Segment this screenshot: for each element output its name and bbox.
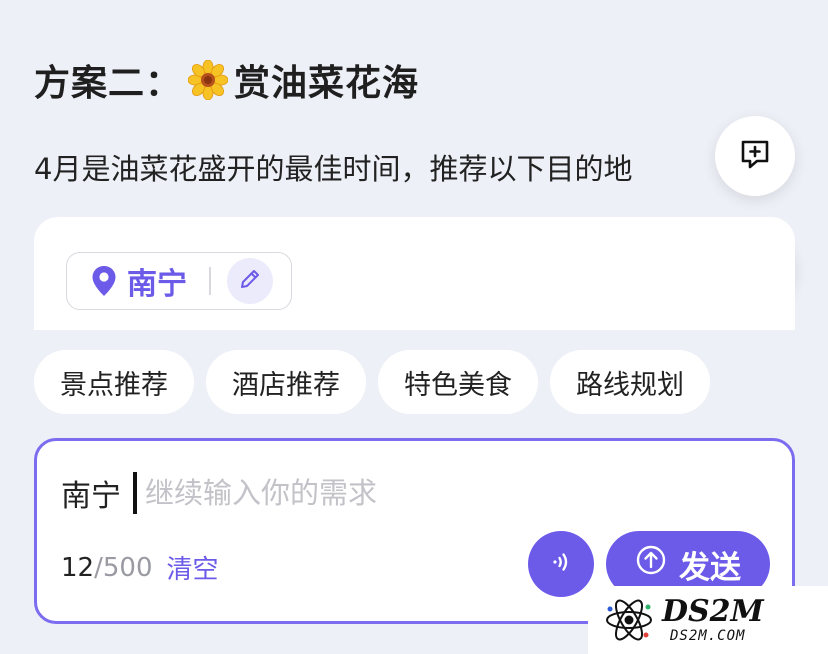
heading-title: 赏油菜花海 <box>234 63 420 104</box>
arrow-up-circle-icon <box>635 544 667 584</box>
pill-divider <box>209 267 211 295</box>
chip-local-food[interactable]: 特色美食 <box>378 350 538 414</box>
edit-destination-button[interactable] <box>226 258 273 304</box>
atom-logo-icon <box>604 595 654 645</box>
watermark: DS2M DS2M.COM <box>588 586 828 654</box>
char-counter: 12 /500 清空 <box>61 549 219 586</box>
chip-scenic-spots[interactable]: 景点推荐 <box>34 350 194 414</box>
heading-prefix: 方案二： <box>34 63 183 104</box>
request-input[interactable] <box>145 476 565 510</box>
destination-name: 南宁 <box>127 267 187 302</box>
travel-plan-screen: 方案二： 赏油菜花海 4月是油菜花盛开的最佳时间，推荐以下目的地 南宁 景点推荐… <box>0 0 828 654</box>
watermark-text: DS2M DS2M.COM <box>662 594 764 645</box>
chip-route-planning[interactable]: 路线规划 <box>550 350 710 414</box>
comment-plus-icon <box>737 136 773 176</box>
clear-button[interactable]: 清空 <box>166 549 218 586</box>
destination-pill[interactable]: 南宁 <box>66 252 292 310</box>
destination-card: 南宁 <box>34 217 795 330</box>
sunflower-icon <box>188 60 229 100</box>
pencil-icon <box>238 267 262 295</box>
char-count-max: /500 <box>94 552 153 583</box>
plan-description: 4月是油菜花盛开的最佳时间，推荐以下目的地 <box>34 152 633 186</box>
input-line: 南宁 <box>61 471 565 515</box>
watermark-title: DS2M <box>662 594 764 629</box>
comment-button[interactable] <box>715 116 795 196</box>
voice-wave-icon <box>547 548 575 580</box>
chip-hotels[interactable]: 酒店推荐 <box>206 350 366 414</box>
location-pin-icon <box>91 265 117 297</box>
voice-input-button[interactable] <box>528 531 594 597</box>
send-label: 发送 <box>679 549 741 586</box>
quick-chips: 景点推荐 酒店推荐 特色美食 路线规划 <box>34 350 710 414</box>
char-count-current: 12 <box>61 552 95 583</box>
input-prefix-tag: 南宁 <box>61 479 121 514</box>
watermark-subtitle: DS2M.COM <box>670 628 746 644</box>
text-caret <box>133 472 137 514</box>
plan-heading: 方案二： 赏油菜花海 <box>34 54 419 106</box>
